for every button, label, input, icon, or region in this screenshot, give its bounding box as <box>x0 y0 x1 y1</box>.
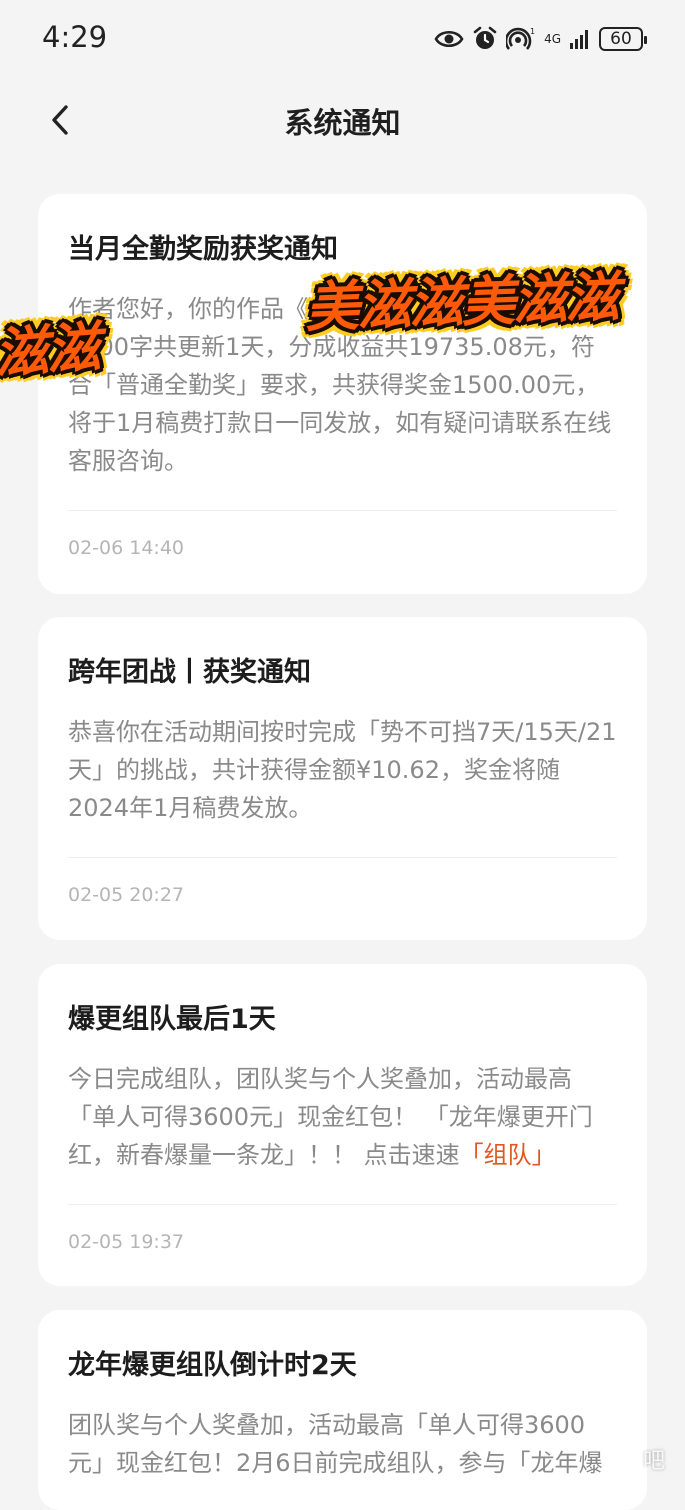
notification-card[interactable]: 跨年团战丨获奖通知 恭喜你在活动期间按时完成「势不可挡7天/15天/21天」的挑… <box>38 617 647 940</box>
notification-time: 02-05 20:27 <box>68 884 185 906</box>
team-up-link[interactable]: 「组队」 <box>460 1141 556 1169</box>
status-bar: 4:29 1 4G 60 <box>0 0 685 80</box>
svg-text:1: 1 <box>530 27 535 36</box>
sticker-text: 美滋滋美滋滋 <box>304 265 619 340</box>
divider <box>68 510 617 511</box>
notification-card[interactable]: 龙年爆更组队倒计时2天 团队奖与个人奖叠加，活动最高「单人可得3600元」现金红… <box>38 1310 647 1510</box>
signal-icon <box>570 30 588 49</box>
notification-title: 爆更组队最后1天 <box>68 1004 276 1035</box>
notification-body: 团队奖与个人奖叠加，活动最高「单人可得3600元」现金红包！2月6日前完成组队，… <box>68 1411 603 1477</box>
status-time: 4:29 <box>42 20 108 54</box>
notification-title: 跨年团战丨获奖通知 <box>68 657 311 688</box>
notification-body-wrap: 今日完成组队，团队奖与个人奖叠加，活动最高「单人可得3600元」现金红包！ 「龙… <box>68 1060 617 1174</box>
network-type: 4G <box>544 32 561 46</box>
notification-title: 龙年爆更组队倒计时2天 <box>68 1350 357 1381</box>
notification-time: 02-06 14:40 <box>68 537 185 559</box>
notification-time: 02-05 19:37 <box>68 1231 185 1253</box>
sticker-text: 滋滋 <box>0 315 101 386</box>
nav-bar: 系统通知 <box>0 80 685 160</box>
alarm-icon <box>473 26 497 49</box>
divider <box>68 1204 617 1205</box>
status-icons: 1 4G 60 <box>434 22 647 56</box>
notification-card[interactable]: 爆更组队最后1天 今日完成组队，团队奖与个人奖叠加，活动最高「单人可得3600元… <box>38 964 647 1286</box>
notification-body: 恭喜你在活动期间按时完成「势不可挡7天/15天/21天」的挑战，共计获得金额¥1… <box>68 718 617 822</box>
divider <box>68 857 617 858</box>
battery-icon: 60 <box>599 27 647 51</box>
watermark: 吧 <box>642 1449 665 1474</box>
page-title: 系统通知 <box>284 106 401 140</box>
eye-icon <box>434 30 464 48</box>
hotspot-icon: 1 <box>506 27 535 50</box>
